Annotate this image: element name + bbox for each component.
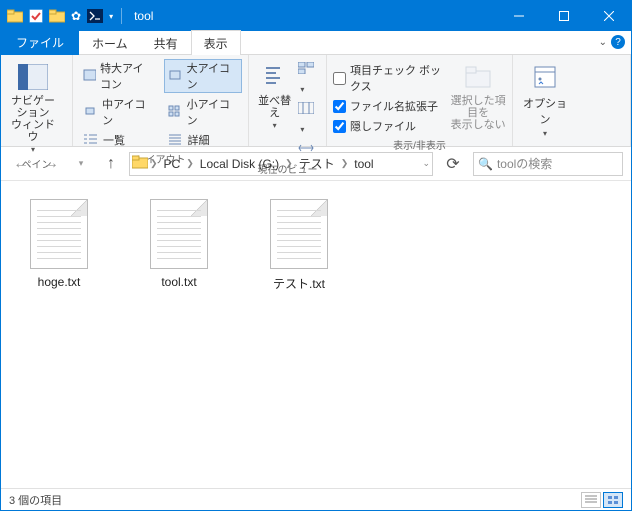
file-item[interactable]: テスト.txt [259,199,339,292]
add-columns-icon[interactable]: ▾ [298,101,320,137]
icons-view-button[interactable] [603,492,623,508]
text-file-icon [270,199,328,269]
minimize-button[interactable] [496,1,541,31]
check-item-checkboxes[interactable]: 項目チェック ボックス [333,61,446,95]
recent-dropdown[interactable]: ▾ [69,152,93,176]
help-icon[interactable]: ? [611,35,625,49]
address-dropdown-icon[interactable]: ⌄ [422,158,430,169]
crumb-tool[interactable]: tool [350,157,377,171]
maximize-button[interactable] [541,1,586,31]
folder-icon [132,155,148,172]
navigation-pane-button[interactable]: ナビゲーション ウィンドウ ▾ [7,59,59,154]
search-placeholder: toolの検索 [497,155,552,172]
powershell-icon[interactable] [87,9,103,23]
file-item[interactable]: tool.txt [139,199,219,289]
hide-selected-button[interactable]: 選択した項目を 表示しない [450,59,506,131]
sort-button[interactable]: 並べ替え ▾ [255,59,294,130]
title-bar: ✿ ▾ tool [1,1,631,31]
file-list[interactable]: hoge.txt tool.txt テスト.txt [1,181,631,488]
file-name: テスト.txt [273,275,325,292]
file-name: hoge.txt [38,275,81,289]
folder-icon [7,9,23,23]
nav-row: ← → ▾ ↑ ❯ PC❯ Local Disk (G:)❯ テスト❯ tool… [1,147,631,181]
layout-large[interactable]: 大アイコン [164,59,243,93]
group-by-icon[interactable]: ▾ [298,61,320,97]
address-bar[interactable]: ❯ PC❯ Local Disk (G:)❯ テスト❯ tool ⌄ [129,152,433,176]
search-box[interactable]: 🔍 toolの検索 [473,152,623,176]
layout-extra-large[interactable]: 特大アイコン [79,59,158,93]
explorer-window: ✿ ▾ tool ファイル ホーム 共有 表示 ⌄ ? ナビゲーション ウィンド… [0,0,632,511]
text-file-icon [30,199,88,269]
gear-icon[interactable]: ✿ [71,9,81,23]
qat-dropdown-icon[interactable]: ▾ [109,12,113,21]
status-bar: 3 個の項目 [1,488,631,510]
ribbon: ナビゲーション ウィンドウ ▾ ペイン 特大アイコン 大アイコン 中アイコン 小… [1,55,631,147]
tab-home[interactable]: ホーム [79,30,141,55]
crumb-pc[interactable]: PC [160,157,185,171]
text-file-icon [150,199,208,269]
check-file-extensions[interactable]: ファイル名拡張子 [333,97,446,115]
folder-qat-icon[interactable] [49,9,65,23]
item-count: 3 個の項目 [9,492,62,508]
tab-view[interactable]: 表示 [191,30,241,55]
layout-small[interactable]: 小アイコン [164,95,243,129]
check-hidden-files[interactable]: 隠しファイル [333,117,446,135]
tab-share[interactable]: 共有 [141,30,191,55]
close-button[interactable] [586,1,631,31]
refresh-button[interactable]: ⟳ [439,152,467,176]
window-title: tool [134,9,496,23]
file-name: tool.txt [161,275,196,289]
forward-button[interactable]: → [39,152,63,176]
ribbon-tabs: ファイル ホーム 共有 表示 ⌄ ? [1,31,631,55]
crumb-disk[interactable]: Local Disk (G:) [196,157,283,171]
details-view-button[interactable] [581,492,601,508]
layout-medium[interactable]: 中アイコン [79,95,158,129]
checkbox-icon[interactable] [29,9,43,23]
back-button[interactable]: ← [9,152,33,176]
tab-file[interactable]: ファイル [1,29,79,55]
file-item[interactable]: hoge.txt [19,199,99,289]
options-button[interactable]: オプション ▾ [519,59,571,138]
chevron-down-icon[interactable]: ⌄ [599,37,607,48]
search-icon: 🔍 [478,157,493,171]
crumb-test[interactable]: テスト [295,155,339,172]
up-button[interactable]: ↑ [99,152,123,176]
